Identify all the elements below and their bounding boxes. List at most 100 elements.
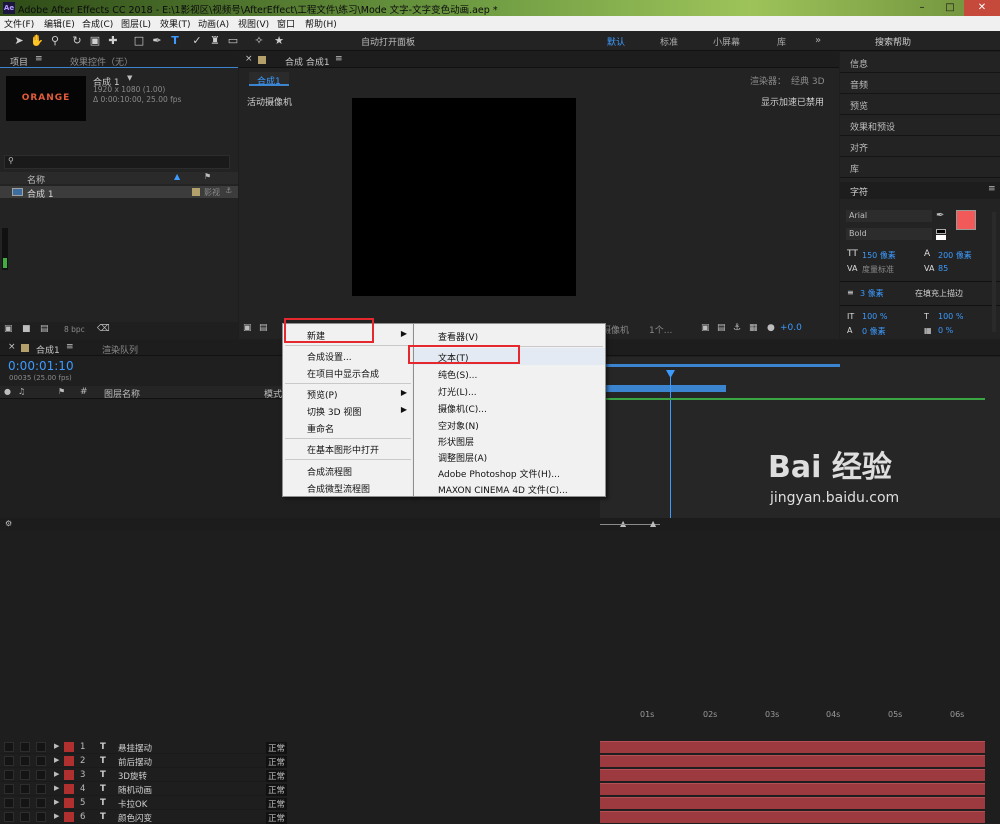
visibility-toggle[interactable]	[4, 798, 14, 808]
solo-toggle[interactable]	[20, 742, 30, 752]
menu-item-rename[interactable]: 重命名	[283, 419, 413, 436]
stroke-width-value[interactable]: 3 像素	[860, 288, 884, 299]
layer-row[interactable]: ▶ 6 T 颜色闪变 正常	[0, 810, 288, 824]
sort-arrow-icon[interactable]: ▲	[174, 172, 180, 181]
renderer-value[interactable]: 经典 3D	[791, 74, 825, 87]
panel-align[interactable]: 对齐	[840, 136, 1000, 157]
clone-stamp-tool-icon[interactable]: ♜	[208, 34, 222, 48]
flowchart-icon[interactable]: ⚓	[733, 323, 741, 333]
search-help-field[interactable]: 搜索帮助	[875, 35, 911, 48]
current-time-display[interactable]: 0:00:01:10	[8, 359, 74, 373]
menu-item-reveal-in-project[interactable]: 在项目中显示合成	[283, 364, 413, 381]
submenu-item-viewer[interactable]: 查看器(V)	[414, 327, 605, 344]
snapshot-icon[interactable]: ▣	[243, 323, 252, 333]
column-mode[interactable]: 模式	[264, 387, 282, 400]
layer-label-swatch[interactable]	[64, 770, 74, 780]
workspace-library[interactable]: 库	[777, 35, 786, 48]
panel-effects-presets[interactable]: 效果和预设	[840, 115, 1000, 136]
layer-label-swatch[interactable]	[64, 756, 74, 766]
solo-toggle[interactable]	[20, 798, 30, 808]
eraser-tool-icon[interactable]: ▭	[226, 34, 240, 48]
panel-menu-icon[interactable]: ≡	[66, 342, 74, 352]
white-swatch[interactable]	[936, 235, 946, 240]
comp-subtab[interactable]: 合成1	[249, 72, 289, 87]
rectangle-tool-icon[interactable]: □	[132, 34, 146, 48]
grid-icon[interactable]: ▦	[749, 323, 758, 333]
toggle-switches-icon[interactable]: ⚙	[5, 519, 12, 528]
exposure-value[interactable]: +0.0	[780, 323, 802, 333]
menu-help[interactable]: 帮助(H)	[305, 17, 337, 30]
menu-view[interactable]: 视图(V)	[238, 17, 269, 30]
workspace-default[interactable]: 默认	[607, 35, 625, 48]
brush-tool-icon[interactable]: ✓	[190, 34, 204, 48]
column-layer-name[interactable]: 图层名称	[104, 387, 140, 400]
workspace-standard[interactable]: 标准	[660, 35, 678, 48]
layer-mode[interactable]: 正常	[266, 742, 288, 754]
layer-name[interactable]: 随机动画	[118, 784, 152, 796]
menu-effect[interactable]: 效果(T)	[160, 17, 191, 30]
lock-toggle[interactable]	[36, 784, 46, 794]
zoom-tool-icon[interactable]: ⚲	[48, 34, 62, 48]
composition-canvas[interactable]	[352, 98, 576, 296]
vertical-scale-value[interactable]: 100 %	[862, 312, 887, 321]
project-search-input[interactable]: ⚲	[4, 155, 230, 169]
timeline-icon[interactable]: ▤	[717, 323, 726, 333]
layer-row[interactable]: ▶ 3 T 3D旋转 正常	[0, 768, 288, 782]
lock-toggle[interactable]	[36, 742, 46, 752]
submenu-item-solid[interactable]: 纯色(S)...	[414, 365, 605, 382]
menu-item-preview[interactable]: 预览(P) ▶	[283, 385, 413, 402]
submenu-item-light[interactable]: 灯光(L)...	[414, 382, 605, 399]
expand-arrow-icon[interactable]: ▶	[54, 798, 59, 806]
lock-toggle[interactable]	[36, 812, 46, 822]
project-item-row[interactable]: 合成 1 影视 ⚓	[0, 186, 238, 200]
workspace-overflow-icon[interactable]: »	[815, 35, 821, 46]
layer-name[interactable]: 卡拉OK	[118, 798, 147, 810]
character-scrollbar[interactable]	[992, 212, 996, 332]
display-icon[interactable]: ▤	[259, 323, 268, 333]
baseline-shift-value[interactable]: 0 像素	[862, 326, 886, 337]
menu-layer[interactable]: 图层(L)	[121, 17, 151, 30]
menu-window[interactable]: 窗口	[277, 17, 295, 30]
lock-toggle[interactable]	[36, 770, 46, 780]
font-style-dropdown[interactable]: Bold	[846, 228, 932, 240]
layer-name[interactable]: 前后摆动	[118, 756, 152, 768]
menu-composition[interactable]: 合成(C)	[82, 17, 113, 30]
menu-edit[interactable]: 编辑(E)	[44, 17, 75, 30]
visibility-toggle[interactable]	[4, 770, 14, 780]
font-size-value[interactable]: 150 像素	[862, 250, 896, 261]
layer-mode[interactable]: 正常	[266, 770, 288, 782]
visibility-toggle[interactable]	[4, 812, 14, 822]
horizontal-scale-value[interactable]: 100 %	[938, 312, 963, 321]
visibility-toggle[interactable]	[4, 756, 14, 766]
submenu-item-cinema4d-file[interactable]: MAXON CINEMA 4D 文件(C)...	[414, 480, 605, 497]
solo-toggle[interactable]	[20, 756, 30, 766]
new-folder-icon[interactable]: ■	[22, 324, 31, 334]
eyedropper-icon[interactable]: ✒	[936, 210, 944, 221]
menu-item-comp-mini-flowchart[interactable]: 合成微型流程图	[283, 479, 413, 496]
new-composition-icon[interactable]: ▤	[40, 324, 49, 334]
expand-arrow-icon[interactable]: ▶	[54, 770, 59, 778]
views-dropdown[interactable]: 1个...	[649, 323, 672, 336]
current-time-indicator[interactable]	[670, 370, 671, 531]
layer-duration-bar[interactable]	[600, 797, 985, 809]
layer-duration-bar[interactable]	[600, 811, 985, 823]
tracking-value[interactable]: 85	[938, 264, 948, 273]
camera-tool-icon[interactable]: ▣	[88, 34, 102, 48]
layer-name[interactable]: 3D旋转	[118, 770, 147, 782]
menu-file[interactable]: 文件(F)	[4, 17, 34, 30]
layer-row[interactable]: ▶ 4 T 随机动画 正常	[0, 782, 288, 796]
layer-duration-bar[interactable]	[600, 769, 985, 781]
fast-preview-icon[interactable]: ▣	[701, 323, 710, 333]
visibility-toggle[interactable]	[4, 784, 14, 794]
close-tab-icon[interactable]: ×	[245, 54, 253, 64]
label-color-swatch[interactable]	[192, 188, 200, 196]
solo-toggle[interactable]	[20, 770, 30, 780]
bit-depth-button[interactable]: 8 bpc	[64, 325, 85, 334]
layer-label-swatch[interactable]	[64, 798, 74, 808]
tab-composition[interactable]: 合成 合成1	[285, 55, 330, 68]
minimize-icon[interactable]: –	[908, 0, 936, 16]
visibility-toggle[interactable]	[4, 742, 14, 752]
black-swatch[interactable]	[936, 229, 946, 234]
label-tag-icon[interactable]: ⚑	[204, 172, 211, 181]
lock-toggle[interactable]	[36, 756, 46, 766]
